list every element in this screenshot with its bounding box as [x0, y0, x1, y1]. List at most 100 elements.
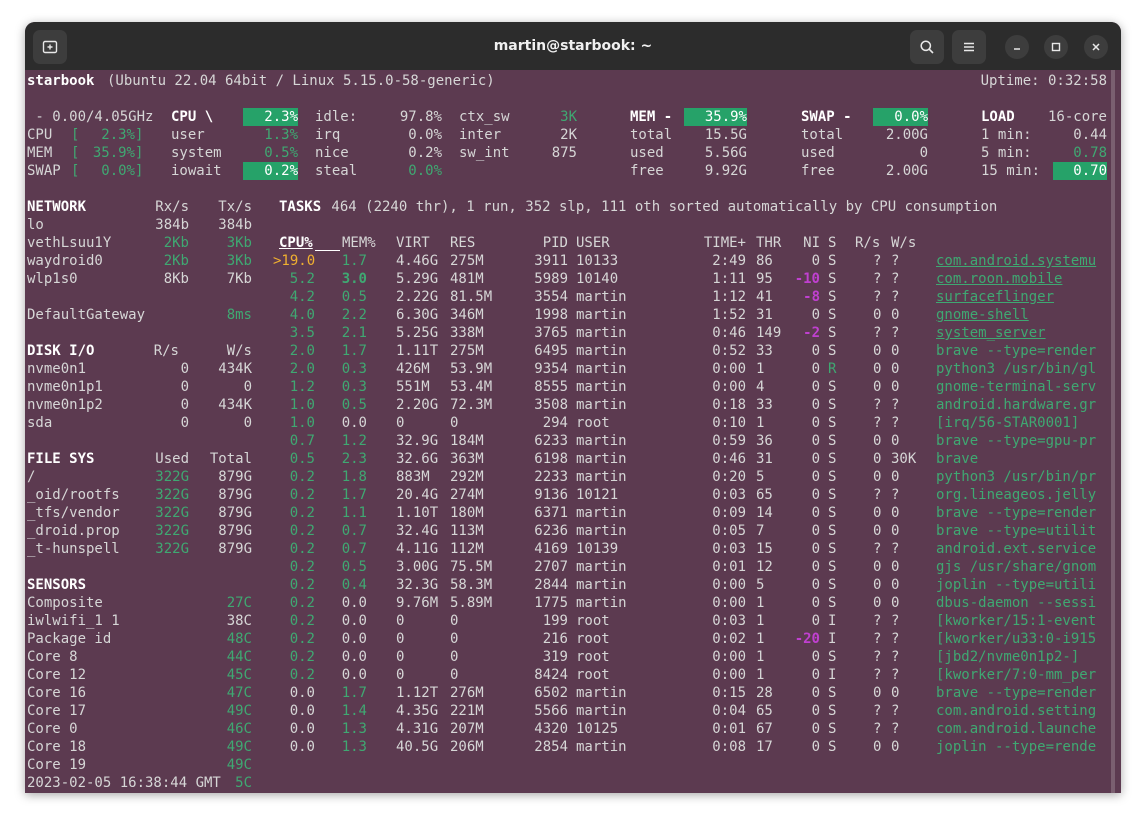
- process-col-user[interactable]: USER: [576, 234, 610, 252]
- process-row[interactable]: 0.2 1.7 20.4G 274M 9136 10121 0:03 65 0 S?? org.li…: [25, 486, 1109, 504]
- process-mem: 0.0: [341, 631, 367, 647]
- process-row[interactable]: 0.2 0.4 32.3G 58.3M 2844 martin 0:00 5 0 S 0 0 jopli…: [25, 576, 1109, 594]
- process-col-virt[interactable]: VIRT: [396, 234, 430, 252]
- process-mem: 1.1: [341, 505, 367, 521]
- datetime: 2023-02-05 16:38:44 GMT: [27, 775, 221, 791]
- process-nice: -8: [803, 289, 820, 305]
- process-virt: 426M: [396, 361, 430, 377]
- process-row[interactable]: 1.0 0.0 0 0 294 root 0:10 1 0 S?? [irq/56-STAR0001…: [25, 414, 1109, 432]
- close-button[interactable]: [1084, 35, 1108, 59]
- search-button[interactable]: [910, 30, 944, 64]
- process-row[interactable]: >19.0 1.7 4.46G 275M 3911 10133 2:49 86 0 S?? com.…: [25, 252, 1109, 270]
- process-cpu: 0.2: [289, 541, 315, 557]
- process-row[interactable]: 0.2 0.0 9.76M 5.89M 1775 martin 0:00 1 0 S 0 0 dbus-…: [25, 594, 1109, 612]
- network-tx-header: Tx/s: [218, 199, 252, 215]
- process-row[interactable]: 0.0 1.4 4.35G 221M 5566 martin 0:04 65 0 S?? com.a…: [25, 702, 1109, 720]
- process-read-rate: 0: [873, 307, 882, 323]
- process-write-rate: ?: [891, 631, 900, 647]
- process-pid: 3554: [534, 289, 568, 305]
- quicklook-cpu-label: CPU: [27, 127, 53, 143]
- process-time: 0:00: [712, 577, 746, 593]
- process-res: 0: [450, 613, 459, 629]
- process-col-thr[interactable]: THR: [756, 234, 781, 252]
- process-row[interactable]: 4.2 0.5 2.22G 81.5M 3554 martin 1:12 41 -8 S?? sur…: [25, 288, 1109, 306]
- process-row[interactable]: 5.2 3.0 5.29G 481M 5989 10140 1:11 95 -10 S?? com.…: [25, 270, 1109, 288]
- process-row[interactable]: 2.0 1.7 1.11T 275M 6495 martin 0:52 33 0 S 0 0 brave…: [25, 342, 1109, 360]
- network-rx-header: Rx/s: [155, 199, 189, 215]
- process-row[interactable]: 0.2 0.7 32.4G 113M 6236 martin 0:05 7 0 S 0 0 brave …: [25, 522, 1109, 540]
- process-col-mem[interactable]: MEM%: [342, 234, 376, 252]
- process-col-ni[interactable]: NI: [792, 234, 820, 252]
- cpu-stat-label: nice: [315, 145, 349, 161]
- process-row[interactable]: 0.2 0.0 0 0 319 root 0:00 1 0 S?? [jbd2/nvme0n1p2-…: [25, 648, 1109, 666]
- process-virt: 32.9G: [396, 433, 439, 449]
- swap-stat-value: 0: [919, 145, 928, 161]
- process-row[interactable]: 0.2 0.5 3.00G 75.5M 2707 martin 0:01 12 0 S 0 0 gjs …: [25, 558, 1109, 576]
- process-col-res[interactable]: RES: [450, 234, 475, 252]
- process-col-write[interactable]: W/s: [891, 234, 916, 252]
- process-read-rate: 0: [873, 595, 882, 611]
- cpu-stat-label: ctx_sw: [459, 109, 510, 125]
- maximize-button[interactable]: [1044, 35, 1068, 59]
- process-time: 0:00: [712, 667, 746, 683]
- process-mem: 0.0: [341, 613, 367, 629]
- network-tx-value: 384b: [218, 217, 252, 233]
- process-threads: 1: [756, 361, 765, 377]
- process-row[interactable]: 1.2 0.3 551M 53.4M 8555 martin 0:00 4 0 S 0 0 gnome-…: [25, 378, 1109, 396]
- process-write-rate: 0: [891, 523, 900, 539]
- process-cpu: 0.2: [289, 487, 315, 503]
- process-mem: 0.7: [341, 523, 367, 539]
- process-time: 2:49: [712, 253, 746, 269]
- process-state: S: [828, 343, 837, 359]
- process-row[interactable]: 0.2 0.0 0 0 216 root 0:02 1 -20 I?? [kworker/u33:0…: [25, 630, 1109, 648]
- process-col-read[interactable]: R/s: [855, 234, 880, 252]
- system-info: (Ubuntu 22.04 64bit / Linux 5.15.0-58-ge…: [107, 73, 495, 89]
- process-virt: 4.31G: [396, 721, 439, 737]
- process-col-cpu[interactable]: CPU%: [279, 234, 313, 252]
- process-row[interactable]: 0.2 1.1 1.10T 180M 6371 martin 0:09 14 0 S 0 0 brave…: [25, 504, 1109, 522]
- process-pid: 3508: [534, 397, 568, 413]
- process-virt: 551M: [396, 379, 430, 395]
- process-row[interactable]: 0.2 1.8 883M 292M 2233 martin 0:20 5 0 S 0 0 python3…: [25, 468, 1109, 486]
- process-time: 0:00: [712, 379, 746, 395]
- process-row[interactable]: 0.0 1.3 4.31G 207M 4320 10125 0:01 67 0 S?? com.an…: [25, 720, 1109, 738]
- process-command: [kworker/u33:0-i915: [936, 631, 1097, 647]
- process-pid: 294: [542, 415, 568, 431]
- load-stat-value: 0.78: [1073, 145, 1107, 161]
- process-nice: 0: [811, 613, 820, 629]
- process-time: 1:52: [712, 307, 746, 323]
- process-row[interactable]: 0.5 2.3 32.6G 363M 6198 martin 0:46 31 0 S 0 30K bra…: [25, 450, 1109, 468]
- process-row[interactable]: 0.2 0.0 0 0 199 root 0:03 1 0 I?? [kworker/15:1-ev…: [25, 612, 1109, 630]
- process-read-rate: ?: [873, 631, 882, 647]
- process-col-state[interactable]: S: [828, 234, 836, 252]
- process-row[interactable]: 4.0 2.2 6.30G 346M 1998 martin 1:52 31 0 S 0 0 gnome…: [25, 306, 1109, 324]
- process-row[interactable]: 0.2 0.7 4.11G 112M 4169 10139 0:03 15 0 S?? androi…: [25, 540, 1109, 558]
- process-pid: 6502: [534, 685, 568, 701]
- minimize-button[interactable]: [1005, 35, 1029, 59]
- process-write-rate: ?: [891, 325, 900, 341]
- process-mem: 0.0: [341, 667, 367, 683]
- terminal-content[interactable]: starbook (Ubuntu 22.04 64bit / Linux 5.1…: [25, 70, 1121, 793]
- menu-button[interactable]: [952, 30, 986, 64]
- process-res: 275M: [450, 343, 484, 359]
- process-time: 1:12: [712, 289, 746, 305]
- process-col-time[interactable]: TIME+: [685, 234, 746, 252]
- process-row[interactable]: 0.0 1.3 40.5G 206M 2854 martin 0:08 17 0 S 0 0 jopli…: [25, 738, 1109, 756]
- process-virt: 2.20G: [396, 397, 439, 413]
- process-time: 0:08: [712, 739, 746, 755]
- process-row[interactable]: 0.7 1.2 32.9G 184M 6233 martin 0:59 36 0 S 0 0 brave…: [25, 432, 1109, 450]
- process-row[interactable]: 1.0 0.5 2.20G 72.3M 3508 martin 0:18 33 0 S?? andr…: [25, 396, 1109, 414]
- process-threads: 1: [756, 595, 765, 611]
- process-time: 0:00: [712, 361, 746, 377]
- process-state: S: [828, 541, 837, 557]
- process-user: 10121: [576, 487, 619, 503]
- process-user: root: [576, 631, 610, 647]
- process-col-pid[interactable]: PID: [515, 234, 568, 252]
- process-row[interactable]: 0.0 1.7 1.12T 276M 6502 martin 0:15 28 0 S 0 0 brave…: [25, 684, 1109, 702]
- process-row[interactable]: 2.0 0.3 426M 53.9M 9354 martin 0:00 1 0 R 0 0 python…: [25, 360, 1109, 378]
- process-row[interactable]: 0.2 0.0 0 0 8424 root 0:00 1 0 I?? [kworker/7:0-mm…: [25, 666, 1109, 684]
- scrollbar[interactable]: [1111, 70, 1115, 793]
- swap-total-pct: 0.0%: [873, 108, 928, 126]
- process-row[interactable]: 3.5 2.1 5.25G 338M 3765 martin 0:46 149 -2 S?? sys…: [25, 324, 1109, 342]
- process-command: brave: [936, 451, 979, 467]
